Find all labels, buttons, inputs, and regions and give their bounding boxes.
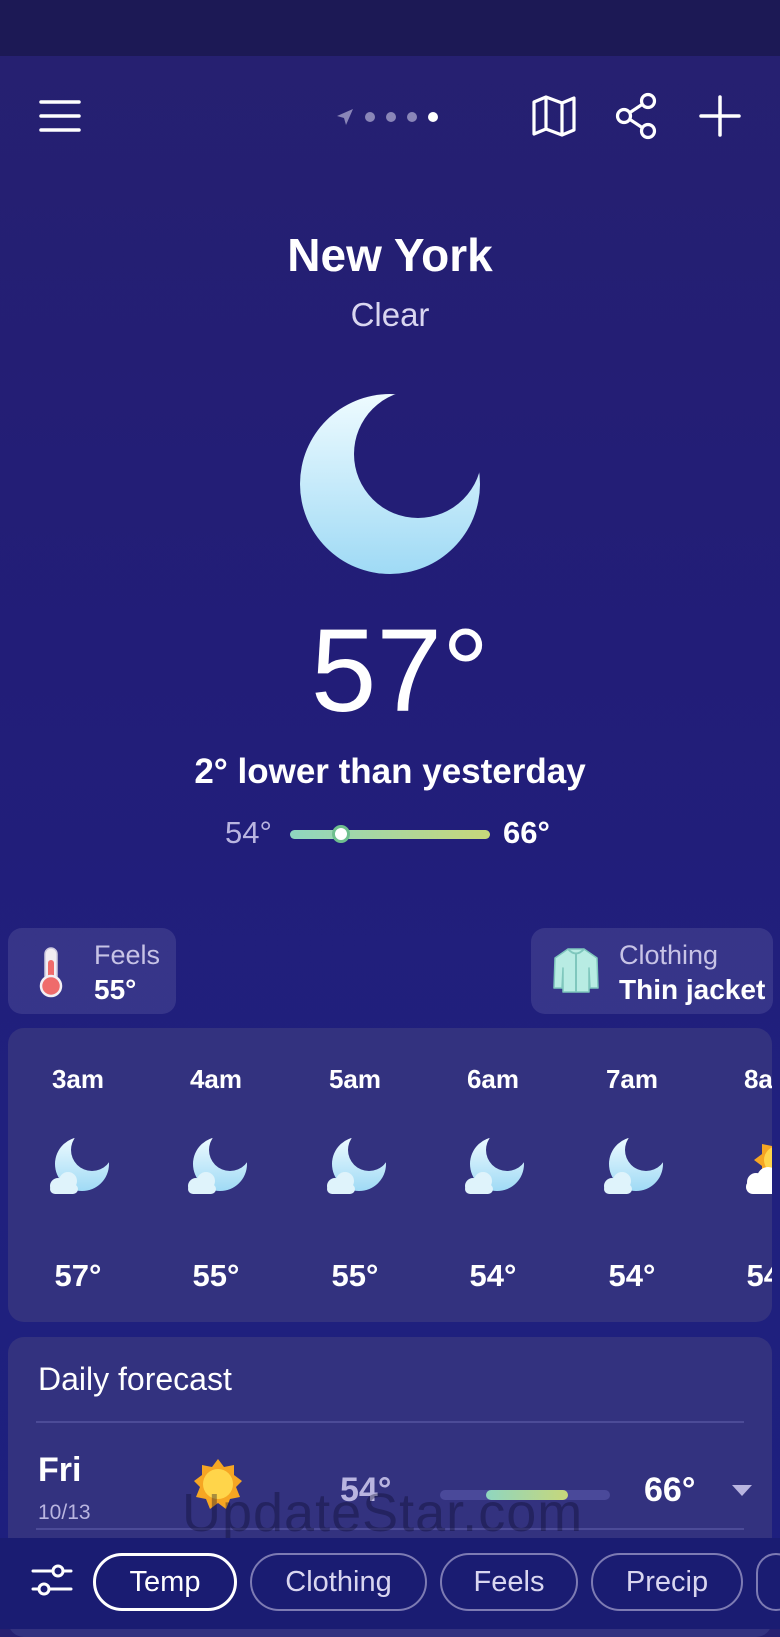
day-high: 66° [644, 1471, 696, 1509]
hourly-forecast[interactable]: 3am 57° 4am 55° 5am 55° 6am 54° 7am 54° … [8, 1028, 772, 1322]
moon-icon [298, 390, 484, 581]
day-date: 10/13 [38, 1501, 91, 1524]
hour-time: 5am [328, 1064, 382, 1094]
tab-precip[interactable]: Precip [591, 1553, 743, 1611]
range-bar [290, 830, 490, 839]
clothing-chip[interactable]: Clothing Thin jacket [531, 928, 773, 1014]
hour-time: 6am [466, 1064, 520, 1094]
moon-cloud-icon [600, 1132, 666, 1203]
hourly-item[interactable]: 7am 54° [562, 1028, 702, 1322]
tab-clothing[interactable]: Clothing [250, 1553, 427, 1611]
hour-time: 4am [189, 1064, 243, 1094]
hour-temp: 54° [608, 1258, 656, 1293]
share-icon[interactable] [606, 86, 666, 146]
clothing-value: Thin jacket [619, 974, 766, 1005]
hourly-item[interactable]: 6am 54° [423, 1028, 563, 1322]
range-low: 54° [225, 815, 272, 850]
moon-cloud-icon [461, 1132, 527, 1203]
page-dot-active [428, 112, 438, 122]
hour-time: 3am [51, 1064, 105, 1094]
tab-feels[interactable]: Feels [440, 1553, 578, 1611]
hour-temp: 54° [469, 1258, 517, 1293]
top-bar [0, 56, 780, 180]
day-name: Fri [38, 1451, 82, 1489]
feels-title: Feels [94, 940, 161, 970]
chevron-down-icon[interactable] [732, 1485, 752, 1496]
hamburger-menu-icon[interactable] [30, 86, 90, 146]
hour-time: 7am [605, 1064, 659, 1094]
page-indicator[interactable] [336, 108, 438, 126]
page-dot [407, 112, 417, 122]
moon-cloud-icon [184, 1132, 250, 1203]
status-bar [0, 0, 780, 56]
tab-more[interactable] [756, 1553, 780, 1611]
hourly-item[interactable]: 4am 55° [146, 1028, 286, 1322]
temperature-range: 54° 66° [0, 815, 780, 855]
sun-cloud-icon [738, 1132, 772, 1203]
hour-time: 8am [743, 1064, 772, 1094]
range-high: 66° [503, 815, 550, 850]
range-current-marker [332, 825, 350, 843]
watermark: UpdateStar.com [182, 1483, 584, 1543]
clothing-title: Clothing [619, 940, 719, 970]
temperature-comparison: 2° lower than yesterday [194, 752, 586, 791]
location-arrow-icon [337, 109, 353, 125]
daily-forecast-title: Daily forecast [38, 1361, 232, 1397]
hourly-item[interactable]: 8am 54° [700, 1028, 772, 1322]
city-name: New York [287, 229, 493, 281]
bottom-toolbar: Temp Clothing Feels Precip [0, 1538, 780, 1629]
page-dot [386, 112, 396, 122]
plus-icon[interactable] [690, 86, 750, 146]
hourly-item[interactable]: 3am 57° [8, 1028, 148, 1322]
jacket-icon [551, 946, 601, 999]
thermometer-icon [38, 946, 64, 1003]
sliders-icon[interactable] [30, 1560, 74, 1605]
moon-cloud-icon [46, 1132, 112, 1203]
hour-temp: 55° [192, 1258, 240, 1293]
map-icon[interactable] [524, 86, 584, 146]
page-dot [365, 112, 375, 122]
feels-chip[interactable]: Feels 55° [8, 928, 176, 1014]
hour-temp: 57° [54, 1258, 102, 1293]
moon-cloud-icon [323, 1132, 389, 1203]
divider [36, 1421, 744, 1423]
hourly-item[interactable]: 5am 55° [285, 1028, 425, 1322]
hour-temp: 55° [331, 1258, 379, 1293]
current-temperature: 57° [310, 605, 490, 737]
condition-text: Clear [350, 296, 430, 333]
feels-value: 55° [94, 974, 137, 1005]
hour-temp: 54° [746, 1258, 772, 1293]
tab-temp[interactable]: Temp [93, 1553, 237, 1611]
